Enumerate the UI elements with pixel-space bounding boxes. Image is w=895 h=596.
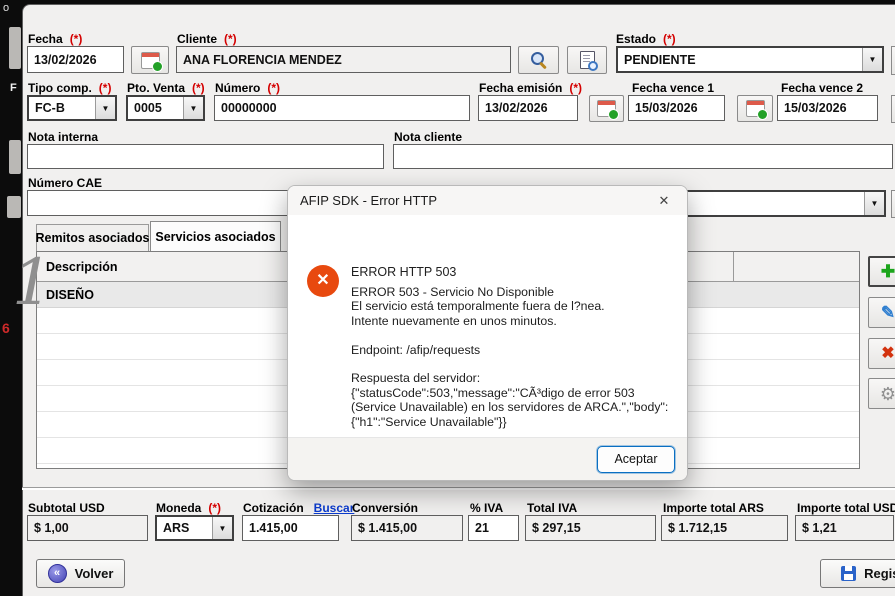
cotizacion-label: CotizaciónBuscar	[243, 501, 354, 515]
cliente-search-button[interactable]	[518, 46, 559, 74]
registrar-button[interactable]: Registr	[820, 559, 895, 588]
dialog-content: ✕ ERROR HTTP 503 ERROR 503 - Servicio No…	[288, 215, 687, 437]
background-glyph-six: 6	[2, 320, 10, 336]
numero-label: Número(*)	[215, 81, 280, 95]
background-glyph-o: o	[3, 2, 9, 14]
search-icon	[530, 51, 548, 69]
fecha-vence1-input[interactable]	[628, 95, 725, 121]
dialog-footer: Aceptar	[288, 437, 687, 480]
importe-usd-input	[795, 515, 894, 541]
calendar-icon	[141, 52, 160, 69]
chevron-down-icon[interactable]: ▼	[183, 97, 203, 119]
moneda-value: ARS	[157, 517, 212, 539]
conversion-input	[351, 515, 463, 541]
document-preview-icon	[580, 51, 595, 69]
background-fragment	[9, 140, 21, 174]
fecha-emision-input[interactable]	[478, 95, 578, 121]
numero-cae-label: Número CAE	[28, 176, 102, 190]
edit-row-button[interactable]: ✎	[868, 297, 895, 328]
cotizacion-input[interactable]	[242, 515, 339, 541]
section-divider	[22, 487, 895, 490]
subtotal-label: Subtotal USD	[28, 501, 105, 515]
nota-interna-label: Nota interna	[28, 130, 98, 144]
subtotal-input	[27, 515, 148, 541]
pto-venta-select[interactable]: 0005 ▼	[126, 95, 205, 121]
chevron-down-icon[interactable]: ▼	[862, 48, 882, 71]
nota-interna-input[interactable]	[27, 144, 384, 169]
column-divider	[733, 252, 734, 282]
gear-icon: ⚙	[880, 385, 895, 403]
estado-value: PENDIENTE	[618, 48, 862, 71]
tipo-comp-label: Tipo comp.(*)	[28, 81, 111, 95]
nota-cliente-label: Nota cliente	[394, 130, 462, 144]
plus-icon: ✚	[881, 263, 895, 280]
error-icon: ✕	[307, 265, 339, 297]
fecha-vence2-label: Fecha vence 2	[781, 81, 863, 95]
importe-ars-label: Importe total ARS	[663, 501, 764, 515]
screen: { "background_window": { "glyph_top": "o…	[0, 0, 895, 595]
back-icon: «	[48, 564, 67, 583]
aceptar-button[interactable]: Aceptar	[597, 446, 675, 473]
iva-pct-input[interactable]	[468, 515, 519, 541]
numero-input[interactable]	[214, 95, 470, 121]
delete-x-icon: ✖	[881, 346, 894, 362]
cliente-preview-button[interactable]	[567, 46, 607, 74]
fecha-vence1-calendar-button[interactable]	[737, 95, 773, 122]
total-iva-label: Total IVA	[527, 501, 577, 515]
pto-venta-value: 0005	[128, 97, 183, 119]
error-dialog: AFIP SDK - Error HTTP ✕ ✕ ERROR HTTP 503…	[287, 185, 688, 481]
total-iva-input	[525, 515, 656, 541]
dialog-titlebar: AFIP SDK - Error HTTP ✕	[288, 186, 687, 215]
error-message: ERROR 503 - Servicio No Disponible El se…	[351, 285, 681, 458]
estado-select[interactable]: PENDIENTE ▼	[616, 46, 884, 73]
fecha-emision-calendar-button[interactable]	[589, 95, 624, 122]
background-fragment	[9, 27, 21, 69]
volver-label: Volver	[75, 566, 114, 581]
fecha-label: Fecha(*)	[28, 32, 82, 46]
fecha-vence2-input[interactable]	[777, 95, 878, 121]
background-glyph-f: F	[10, 82, 17, 94]
calendar-icon	[597, 100, 616, 117]
add-row-button[interactable]: ✚	[868, 256, 895, 287]
conversion-label: Conversión	[352, 501, 418, 515]
error-heading: ERROR HTTP 503	[351, 265, 456, 279]
cutoff-button[interactable]	[891, 190, 895, 218]
tab-remitos-asociados[interactable]: Remitos asociados	[36, 224, 149, 251]
pto-venta-label: Pto. Venta(*)	[127, 81, 205, 95]
estado-label: Estado(*)	[616, 32, 676, 46]
tab-servicios-asociados[interactable]: Servicios asociados	[150, 221, 281, 251]
delete-row-button[interactable]: ✖	[868, 338, 895, 369]
tipo-comp-select[interactable]: FC-B ▼	[27, 95, 117, 121]
cliente-input	[176, 46, 511, 73]
volver-button[interactable]: « Volver	[36, 559, 125, 588]
iva-pct-label: % IVA	[470, 501, 503, 515]
dialog-title: AFIP SDK - Error HTTP	[300, 193, 653, 208]
buscar-link[interactable]: Buscar	[314, 501, 355, 515]
chevron-down-icon[interactable]: ▼	[95, 97, 115, 119]
chevron-down-icon[interactable]: ▼	[864, 192, 884, 215]
calendar-icon	[746, 100, 765, 117]
tipo-comp-value: FC-B	[29, 97, 95, 119]
pencil-icon: ✎	[881, 304, 895, 321]
moneda-select[interactable]: ARS ▼	[155, 515, 234, 541]
registrar-label: Registr	[864, 566, 895, 581]
fecha-emision-label: Fecha emisión(*)	[479, 81, 582, 95]
importe-ars-input	[661, 515, 788, 541]
moneda-label: Moneda(*)	[156, 501, 221, 515]
settings-row-button[interactable]: ⚙	[868, 378, 895, 409]
save-floppy-icon	[841, 566, 856, 581]
close-icon[interactable]: ✕	[653, 190, 675, 212]
nota-cliente-input[interactable]	[393, 144, 893, 169]
background-glyph-one: 1	[12, 246, 53, 320]
cutoff-button[interactable]	[891, 46, 895, 75]
cutoff-button[interactable]	[891, 95, 895, 123]
importe-usd-label: Importe total USD	[797, 501, 895, 515]
fecha-vence1-label: Fecha vence 1	[632, 81, 714, 95]
fecha-input[interactable]	[27, 46, 124, 73]
fecha-calendar-button[interactable]	[131, 46, 169, 74]
chevron-down-icon[interactable]: ▼	[212, 517, 232, 539]
cliente-label: Cliente(*)	[177, 32, 237, 46]
background-fragment	[7, 196, 21, 218]
